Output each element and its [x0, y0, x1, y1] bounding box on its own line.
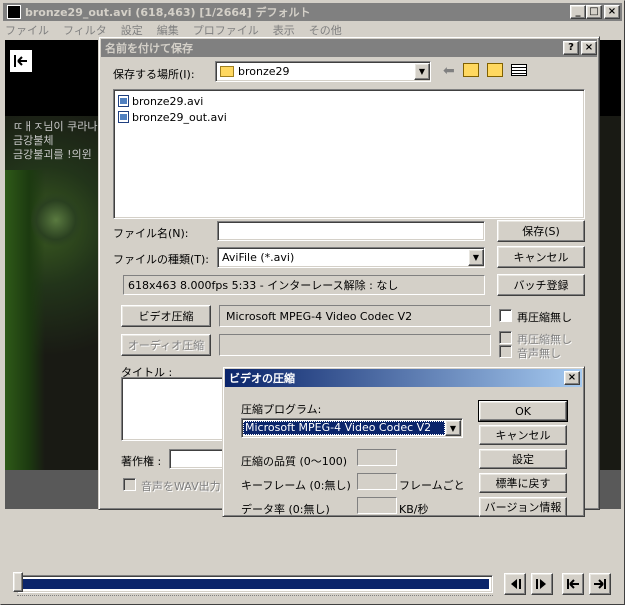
- keyframe-unit: フレームごと: [399, 479, 465, 492]
- timeline-fill: [21, 579, 489, 589]
- no-recompress-checkbox[interactable]: [499, 309, 512, 322]
- datarate-unit: KB/秒: [399, 503, 429, 516]
- datarate-input[interactable]: [357, 497, 397, 514]
- filetype-label: ファイルの種類(T):: [113, 253, 210, 266]
- quality-input[interactable]: [357, 449, 397, 466]
- close-button[interactable]: ×: [604, 5, 620, 19]
- back-button[interactable]: [9, 49, 33, 73]
- next-frame-button[interactable]: [531, 573, 553, 595]
- help-button[interactable]: ?: [563, 41, 579, 55]
- file-item[interactable]: bronze29.avi: [118, 93, 580, 109]
- chevron-down-icon: ▼: [468, 249, 484, 266]
- back-nav-icon[interactable]: ⬅: [443, 63, 455, 79]
- info-text: 618x463 8.000fps 5:33 - インターレース解除 : なし: [128, 279, 399, 292]
- video-text-line: 금강불체: [13, 134, 54, 147]
- first-frame-button[interactable]: [562, 573, 584, 595]
- save-in-label: 保存する場所(I):: [113, 68, 195, 81]
- next-frame-icon: [536, 579, 546, 589]
- reset-default-button[interactable]: 標準に戻す: [479, 473, 567, 493]
- folder-icon: [220, 66, 234, 77]
- filename-label: ファイル名(N):: [113, 227, 189, 240]
- version-info-button[interactable]: バージョン情報: [479, 497, 567, 517]
- codec-dialog-title: ビデオの圧縮: [229, 372, 295, 385]
- file-list[interactable]: bronze29.avi bronze29_out.avi: [113, 89, 585, 219]
- first-frame-icon: [567, 579, 579, 589]
- program-label: 圧縮プログラム:: [241, 403, 322, 416]
- dragon-ornament: [31, 190, 81, 250]
- filetype-select[interactable]: AviFile (*.avi) ▼: [217, 247, 485, 268]
- codec-settings-button[interactable]: 設定: [479, 449, 567, 469]
- title-input[interactable]: [121, 377, 231, 441]
- video-codec-field: Microsoft MPEG-4 Video Codec V2: [219, 305, 491, 327]
- maximize-button[interactable]: □: [586, 5, 602, 19]
- no-recompress-label: 再圧縮無し: [517, 311, 572, 324]
- file-name: bronze29_out.avi: [132, 110, 227, 124]
- avi-file-icon: [118, 111, 129, 123]
- arrow-left-bar-icon: [14, 55, 27, 67]
- minimize-button[interactable]: _: [570, 5, 586, 19]
- file-item[interactable]: bronze29_out.avi: [118, 109, 580, 125]
- keyframe-input[interactable]: [357, 473, 397, 490]
- app-icon: [7, 5, 21, 19]
- save-dialog-close-button[interactable]: ×: [581, 41, 597, 55]
- save-button[interactable]: 保存(S): [497, 220, 585, 242]
- timeline-track[interactable]: [17, 575, 493, 593]
- video-codec-value: Microsoft MPEG-4 Video Codec V2: [226, 309, 413, 323]
- video-text-line: 금강불괴를 !의윈: [13, 148, 92, 161]
- avi-file-icon: [118, 95, 129, 107]
- main-title-bar: bronze29_out.avi (618,463) [1/2664] デフォル…: [3, 3, 622, 21]
- program-select[interactable]: Microsoft MPEG-4 Video Codec V2 ▼: [241, 418, 463, 438]
- save-in-value: bronze29: [238, 65, 290, 78]
- filename-input[interactable]: [217, 221, 485, 241]
- codec-dialog: ビデオの圧縮 × 圧縮プログラム: Microsoft MPEG-4 Video…: [222, 366, 585, 517]
- video-text-line: ㄸㅐㅈ님이 쿠라나: [13, 120, 98, 133]
- program-value: Microsoft MPEG-4 Video Codec V2: [243, 421, 445, 435]
- up-folder-icon[interactable]: [463, 63, 479, 77]
- chevron-down-icon: ▼: [414, 63, 430, 80]
- view-menu-icon[interactable]: [511, 64, 527, 76]
- chevron-down-icon: ▼: [445, 420, 461, 436]
- timeline-ticks: [17, 595, 493, 599]
- batch-button[interactable]: バッチ登録: [497, 274, 585, 296]
- save-dialog-title: 名前を付けて保存: [105, 42, 193, 55]
- prev-frame-button[interactable]: [504, 573, 526, 595]
- last-frame-icon: [594, 579, 606, 589]
- video-caption: ㄸㅐㅈ님이 쿠라나 금강불체 금강불괴를 !의윈: [13, 120, 97, 162]
- wav-output-checkbox[interactable]: [123, 478, 136, 491]
- video-compress-button[interactable]: ビデオ圧縮: [121, 305, 211, 327]
- copyright-label: 著作権 :: [121, 455, 162, 468]
- codec-dialog-title-bar: ビデオの圧縮: [225, 369, 582, 387]
- ok-button[interactable]: OK: [478, 400, 568, 422]
- codec-close-button[interactable]: ×: [564, 371, 580, 385]
- wav-output-label: 音声をWAV出力: [141, 480, 221, 493]
- no-audio-label: 音声無し: [517, 347, 561, 360]
- new-folder-icon[interactable]: [487, 63, 503, 77]
- keyframe-label: キーフレーム (0:無し): [241, 479, 351, 492]
- audio-compress-button[interactable]: オーディオ圧縮: [121, 334, 211, 356]
- info-bar: 618x463 8.000fps 5:33 - インターレース解除 : なし: [123, 275, 485, 295]
- datarate-label: データ率 (0:無し): [241, 503, 330, 516]
- codec-cancel-button[interactable]: キャンセル: [479, 425, 567, 445]
- main-title-text: bronze29_out.avi (618,463) [1/2664] デフォル…: [25, 6, 311, 19]
- no-audio-checkbox[interactable]: [499, 345, 512, 358]
- cancel-button[interactable]: キャンセル: [497, 246, 585, 268]
- save-dialog-title-bar: 名前を付けて保存: [101, 39, 597, 57]
- prev-frame-icon: [511, 579, 521, 589]
- timeline-slider-thumb[interactable]: [13, 572, 23, 592]
- audio-no-recompress-checkbox[interactable]: [499, 331, 512, 344]
- menu-file[interactable]: ファイル: [5, 22, 49, 38]
- last-frame-button[interactable]: [589, 573, 611, 595]
- file-name: bronze29.avi: [132, 94, 204, 108]
- filetype-value: AviFile (*.avi): [222, 251, 295, 264]
- save-in-select[interactable]: bronze29 ▼: [215, 61, 431, 82]
- quality-label: 圧縮の品質 (0〜100): [241, 455, 348, 468]
- audio-codec-field: [219, 334, 491, 356]
